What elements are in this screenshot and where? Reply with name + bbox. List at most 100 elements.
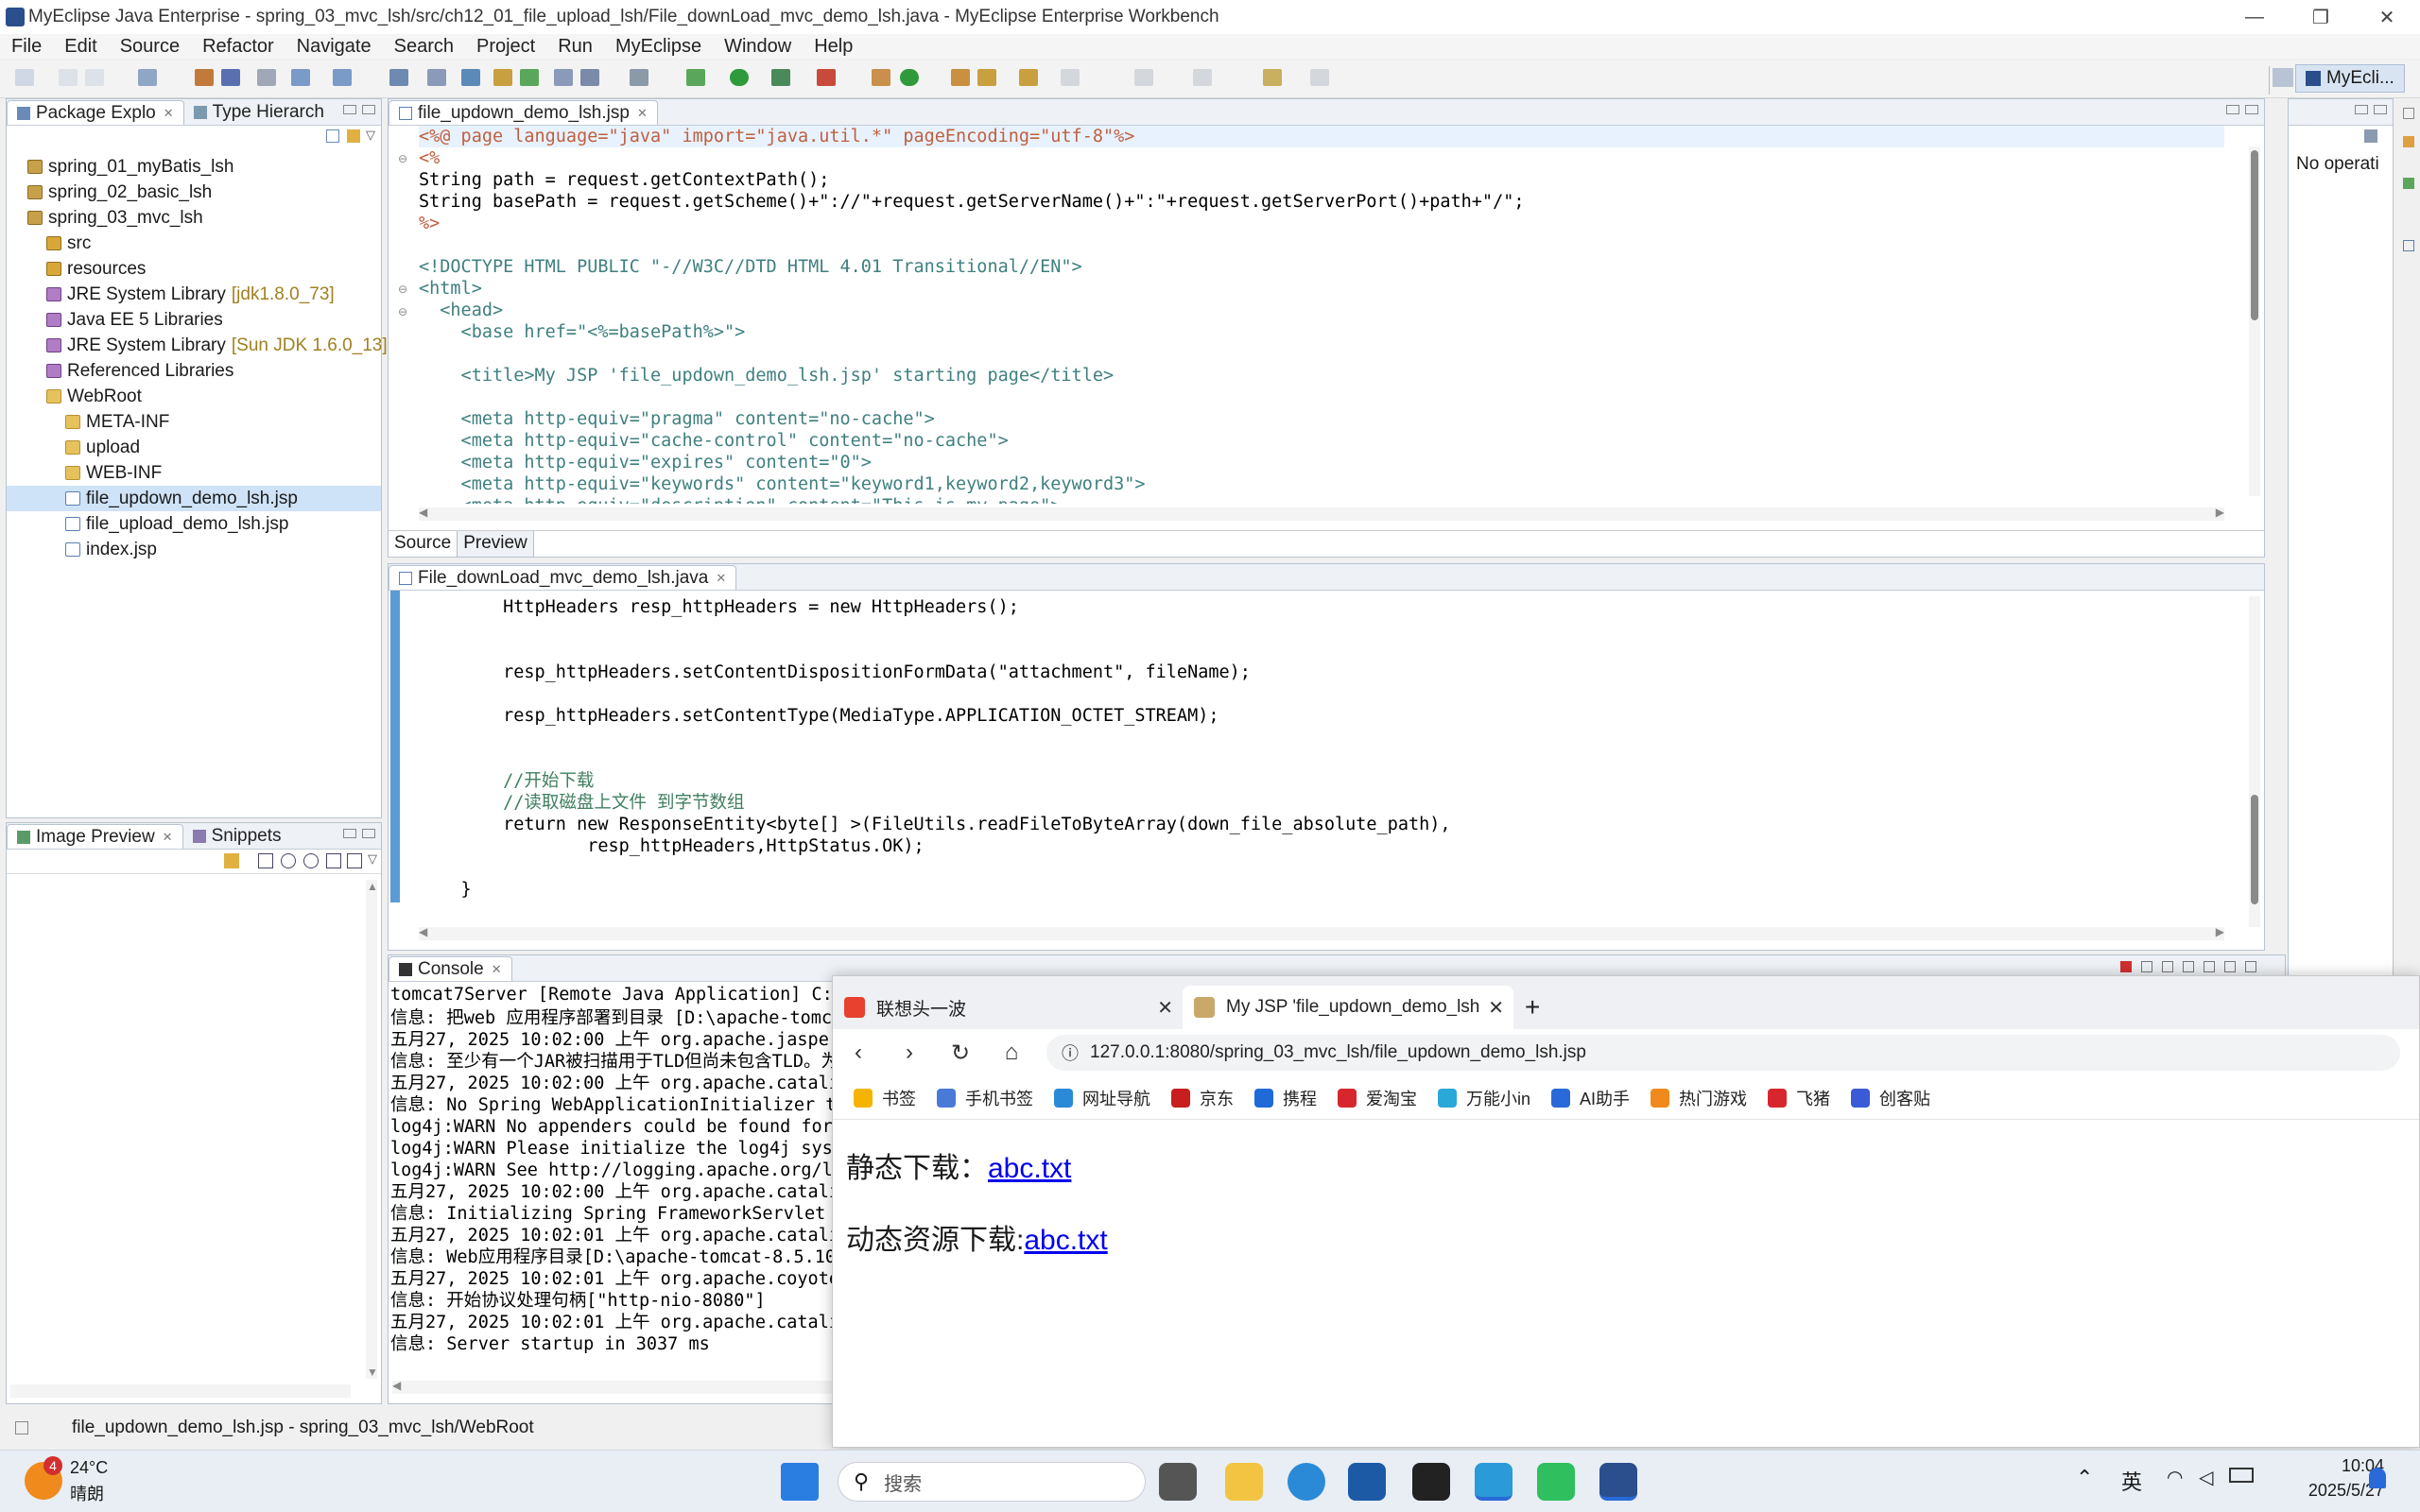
tree-item[interactable]: file_updown_demo_lsh.jsp xyxy=(7,486,381,511)
pin-console-icon[interactable] xyxy=(2224,961,2236,972)
outline-icon[interactable] xyxy=(2403,240,2414,251)
wifi-icon[interactable]: ◠ xyxy=(2167,1466,2183,1489)
word-wrap-icon[interactable] xyxy=(2204,961,2215,972)
restore-icon[interactable] xyxy=(2403,108,2414,119)
tab-package-explorer[interactable]: Package Explo ✕ xyxy=(7,100,184,125)
open-type-icon[interactable] xyxy=(195,69,214,86)
server-icon[interactable] xyxy=(333,69,352,86)
menu-source[interactable]: Source xyxy=(109,36,191,58)
display-console-icon[interactable] xyxy=(2245,961,2256,972)
close-tab-icon[interactable]: ✕ xyxy=(716,571,726,586)
web-browser-icon[interactable] xyxy=(389,69,408,86)
fit-window-icon[interactable] xyxy=(347,853,362,868)
tab-jsp-file[interactable]: file_updown_demo_lsh.jsp ✕ xyxy=(389,100,658,125)
minimize-panel-icon[interactable] xyxy=(343,105,356,114)
menu-myeclipse[interactable]: MyEclipse xyxy=(604,36,713,58)
run-last-icon[interactable] xyxy=(771,69,790,86)
bookmark-chuangketie[interactable]: 创客贴 xyxy=(1851,1086,1930,1110)
volume-icon[interactable]: ◁ xyxy=(2199,1466,2213,1489)
fit-icon[interactable] xyxy=(258,853,273,868)
tree-item[interactable]: META-INF xyxy=(7,409,381,435)
brush-icon[interactable] xyxy=(977,69,996,86)
outline-settings-icon[interactable] xyxy=(2364,129,2377,143)
external-tools-icon[interactable] xyxy=(817,69,836,86)
zoom-out-icon[interactable] xyxy=(281,853,296,868)
problem-icon[interactable] xyxy=(2403,178,2414,189)
tree-item[interactable]: upload xyxy=(7,435,381,460)
task-icon[interactable] xyxy=(2403,136,2414,147)
tree-item[interactable]: spring_03_mvc_lsh xyxy=(7,205,381,231)
start-icon[interactable] xyxy=(781,1463,819,1501)
java-vscroll[interactable] xyxy=(2249,596,2260,927)
tab-java-file[interactable]: File_downLoad_mvc_demo_lsh.java ✕ xyxy=(389,565,737,590)
new-package-icon[interactable] xyxy=(138,69,157,86)
scroll-left-icon[interactable]: ◀ xyxy=(392,1379,401,1392)
menu-help[interactable]: Help xyxy=(803,36,864,58)
tab-preview[interactable]: Preview xyxy=(458,531,534,557)
tree-item[interactable]: JRE System Library [jdk1.8.0_73] xyxy=(7,282,381,307)
scroll-down-icon[interactable]: ▼ xyxy=(367,1366,378,1379)
image-preview-hscroll[interactable] xyxy=(10,1384,351,1398)
home-icon[interactable]: ⌂ xyxy=(986,1040,1037,1066)
browser-tab-jsp[interactable]: My JSP 'file_updown_demo_lsh. ✕ xyxy=(1183,986,1513,1029)
tab-snippets[interactable]: Snippets xyxy=(183,824,291,849)
perspective-myeclipse[interactable]: MyEcli... xyxy=(2295,64,2405,93)
info-icon[interactable]: ⓘ xyxy=(1062,1040,1079,1065)
scroll-right-icon[interactable]: ▶ xyxy=(2216,925,2224,938)
menu-run[interactable]: Run xyxy=(546,36,604,58)
tree-item[interactable]: spring_01_myBatis_lsh xyxy=(7,154,381,180)
terminate-icon[interactable] xyxy=(2120,961,2132,972)
lock-icon[interactable] xyxy=(224,853,239,868)
clear-console-icon[interactable] xyxy=(2162,961,2173,972)
java-vscroll-thumb[interactable] xyxy=(2251,795,2258,904)
screen-icon[interactable] xyxy=(580,69,599,86)
actual-size-icon[interactable] xyxy=(326,853,341,868)
close-tab-icon[interactable]: ✕ xyxy=(637,106,648,121)
forward-icon[interactable] xyxy=(1310,69,1329,86)
image-preview-vscroll[interactable]: ▲ ▼ xyxy=(366,880,378,1379)
new-class-icon[interactable] xyxy=(872,69,890,86)
notification-bell-icon[interactable] xyxy=(2369,1468,2386,1488)
refresh-icon[interactable] xyxy=(461,69,480,86)
reload-icon[interactable]: ↻ xyxy=(935,1040,986,1067)
save-icon[interactable] xyxy=(59,69,78,86)
tree-item[interactable]: WebRoot xyxy=(7,384,381,409)
deploy-icon[interactable] xyxy=(291,69,310,86)
browser-tab-lenovo[interactable]: 联想头一波 ✕ xyxy=(833,986,1183,1029)
hierarchy-icon[interactable] xyxy=(427,69,446,86)
ime-indicator[interactable]: 英 xyxy=(2121,1466,2142,1496)
back-icon[interactable] xyxy=(1263,69,1282,86)
previous-annotation-icon[interactable] xyxy=(1193,69,1212,86)
menu-refactor[interactable]: Refactor xyxy=(191,36,285,58)
bookmark-mobile-bookmarks[interactable]: 手机书签 xyxy=(937,1086,1033,1110)
new-icon[interactable] xyxy=(15,69,34,86)
tab-image-preview[interactable]: Image Preview ✕ xyxy=(7,824,183,849)
java-hscroll[interactable]: ◀ ▶ xyxy=(419,925,2224,940)
bookmark-hot-games[interactable]: 热门游戏 xyxy=(1651,1086,1747,1110)
close-tab-icon[interactable]: ✕ xyxy=(492,962,502,977)
menu-edit[interactable]: Edit xyxy=(53,36,108,58)
debug-icon[interactable] xyxy=(686,69,705,86)
console-hscroll[interactable]: ◀ xyxy=(392,1379,837,1394)
static-download-link[interactable]: abc.txt xyxy=(988,1153,1071,1184)
fold-icon[interactable]: ⊖ xyxy=(398,152,407,165)
tree-item[interactable]: JRE System Library [Sun JDK 1.6.0_13] xyxy=(7,333,388,358)
search-icon[interactable] xyxy=(257,69,276,86)
menu-file[interactable]: File xyxy=(0,36,53,58)
close-tab-icon[interactable]: ✕ xyxy=(164,106,174,121)
new-tab-button[interactable]: + xyxy=(1513,986,1551,1029)
view-menu-icon[interactable]: ▽ xyxy=(368,851,377,867)
open-resource-icon[interactable] xyxy=(221,69,240,86)
close-tab-icon[interactable]: ✕ xyxy=(163,830,173,845)
bookmark-fliggy[interactable]: 飞猪 xyxy=(1768,1086,1830,1110)
next-annotation-icon[interactable] xyxy=(1134,69,1153,86)
run-icon[interactable] xyxy=(730,69,749,86)
scroll-left-icon[interactable]: ◀ xyxy=(419,925,427,938)
maximize-panel-icon[interactable] xyxy=(2245,105,2258,114)
tree-item[interactable]: file_upload_demo_lsh.jsp xyxy=(7,511,381,537)
task-view-icon[interactable] xyxy=(1159,1463,1197,1501)
tab-console[interactable]: Console ✕ xyxy=(389,956,512,981)
jsp-vscroll[interactable] xyxy=(2249,146,2260,496)
link-editor-icon[interactable] xyxy=(347,129,360,143)
bookmark-wanneng[interactable]: 万能小in xyxy=(1438,1086,1530,1110)
